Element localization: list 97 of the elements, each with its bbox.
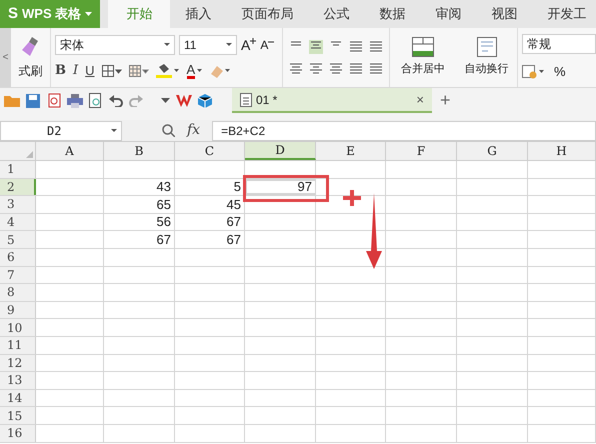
undo-icon[interactable]: [109, 94, 123, 106]
row-header[interactable]: 12: [0, 354, 36, 372]
collapse-button[interactable]: <: [0, 28, 11, 87]
underline-button[interactable]: U: [85, 60, 95, 80]
search-icon[interactable]: [162, 124, 175, 137]
ribbon-tab[interactable]: 审阅: [420, 0, 476, 28]
minus-icon: [268, 38, 274, 45]
plus-mark: [343, 190, 361, 206]
ribbon-tab[interactable]: 页面布局: [226, 0, 308, 28]
document-icon: [240, 92, 252, 106]
table-cell: 56: [104, 214, 175, 230]
formula-field[interactable]: =B2+C2: [212, 120, 596, 140]
corner-triangle-icon: [26, 151, 33, 158]
row-header[interactable]: 3: [0, 196, 36, 213]
align-left-icon[interactable]: [289, 62, 303, 76]
table-cell: 67: [104, 231, 175, 248]
new-tab-button[interactable]: +: [440, 91, 451, 109]
row-header[interactable]: 14: [0, 390, 36, 406]
row-header[interactable]: 5: [0, 231, 36, 248]
bold-button[interactable]: B: [55, 60, 66, 80]
increase-indent-icon[interactable]: [369, 40, 383, 54]
fill-color-icon[interactable]: [156, 64, 180, 78]
distributed-icon[interactable]: [369, 62, 383, 76]
percent-button[interactable]: %: [554, 62, 566, 82]
caret-icon[interactable]: [226, 43, 232, 46]
table-cell: 43: [104, 178, 175, 196]
row-header[interactable]: 8: [0, 284, 36, 301]
font-size-field[interactable]: 11: [179, 34, 237, 55]
shrink-font-button[interactable]: A: [260, 38, 274, 51]
table-cell: 45: [175, 196, 245, 213]
wrap-icon: [476, 37, 496, 58]
row-header[interactable]: 11: [0, 336, 36, 354]
ribbon-tab[interactable]: 开始: [108, 0, 170, 28]
close-tab-button[interactable]: ×: [416, 90, 424, 110]
row-header[interactable]: 15: [0, 407, 36, 424]
caret-icon: [85, 12, 92, 16]
brush-icon: [20, 36, 40, 58]
column-header[interactable]: E: [316, 142, 386, 160]
column-header[interactable]: B: [104, 142, 175, 160]
cube-icon[interactable]: [198, 94, 212, 108]
caret-icon[interactable]: [197, 69, 202, 72]
column-header[interactable]: G: [457, 142, 528, 160]
font-color-button[interactable]: A: [186, 62, 202, 78]
table-cell: 65: [104, 196, 175, 213]
save-icon[interactable]: [26, 94, 40, 108]
row-header[interactable]: 6: [0, 248, 36, 266]
app-logo: S: [8, 4, 18, 24]
merge-icon: [412, 37, 434, 58]
row-header[interactable]: 9: [0, 302, 36, 318]
table-cell: 5: [175, 178, 245, 196]
wrap-text-button[interactable]: 自动换行: [456, 28, 518, 87]
italic-button[interactable]: I: [73, 60, 78, 80]
row-header[interactable]: 13: [0, 372, 36, 389]
column-header[interactable]: D: [245, 142, 316, 160]
table-cell: 67: [175, 231, 245, 248]
row-header[interactable]: 16: [0, 424, 36, 442]
ribbon-tab[interactable]: 数据: [364, 0, 420, 28]
borders-icon[interactable]: [102, 64, 122, 76]
print-preview-icon[interactable]: [89, 93, 103, 108]
app-menu-label: WPS 表格: [22, 5, 82, 24]
ribbon-tab[interactable]: 公式: [308, 0, 364, 28]
w-logo-icon[interactable]: [176, 94, 192, 106]
ribbon-tab[interactable]: 视图: [476, 0, 532, 28]
row-header[interactable]: 4: [0, 214, 36, 230]
caret-icon[interactable]: [111, 129, 117, 132]
ribbon-tab[interactable]: 插入: [170, 0, 226, 28]
row-header[interactable]: 1: [0, 161, 36, 178]
export-icon[interactable]: [46, 93, 61, 108]
column-header[interactable]: F: [386, 142, 457, 160]
grow-font-button[interactable]: A: [241, 38, 256, 52]
plus-icon: [250, 38, 256, 44]
align-right-icon[interactable]: [329, 62, 343, 76]
document-tab[interactable]: 01 * ×: [232, 88, 432, 113]
row-header[interactable]: 10: [0, 319, 36, 336]
name-box[interactable]: D2: [0, 120, 122, 140]
decrease-indent-icon[interactable]: [349, 40, 363, 54]
caret-icon[interactable]: [161, 98, 170, 103]
cell-style-icon[interactable]: [128, 64, 149, 76]
ribbon-tab[interactable]: 开发工: [532, 0, 596, 28]
row-header[interactable]: 7: [0, 266, 36, 284]
row-header[interactable]: 2: [0, 178, 36, 196]
table-cell: 97: [245, 178, 316, 196]
column-header[interactable]: H: [528, 142, 596, 160]
function-button[interactable]: fx: [187, 120, 200, 141]
currency-icon[interactable]: [522, 64, 546, 78]
justify-icon[interactable]: [349, 62, 363, 76]
table-cell: 67: [175, 214, 245, 230]
number-format-field[interactable]: 常规: [522, 34, 596, 54]
font-name-field[interactable]: 宋体: [55, 34, 175, 55]
align-middle-icon[interactable]: [309, 40, 323, 54]
caret-icon[interactable]: [164, 43, 170, 46]
align-center-icon[interactable]: [309, 62, 323, 76]
printer-icon[interactable]: [67, 94, 83, 108]
eraser-icon[interactable]: [209, 64, 232, 78]
format-painter-label[interactable]: 式刷: [18, 62, 42, 80]
merge-center-button[interactable]: 合并居中: [390, 28, 456, 87]
column-header[interactable]: A: [36, 142, 104, 160]
